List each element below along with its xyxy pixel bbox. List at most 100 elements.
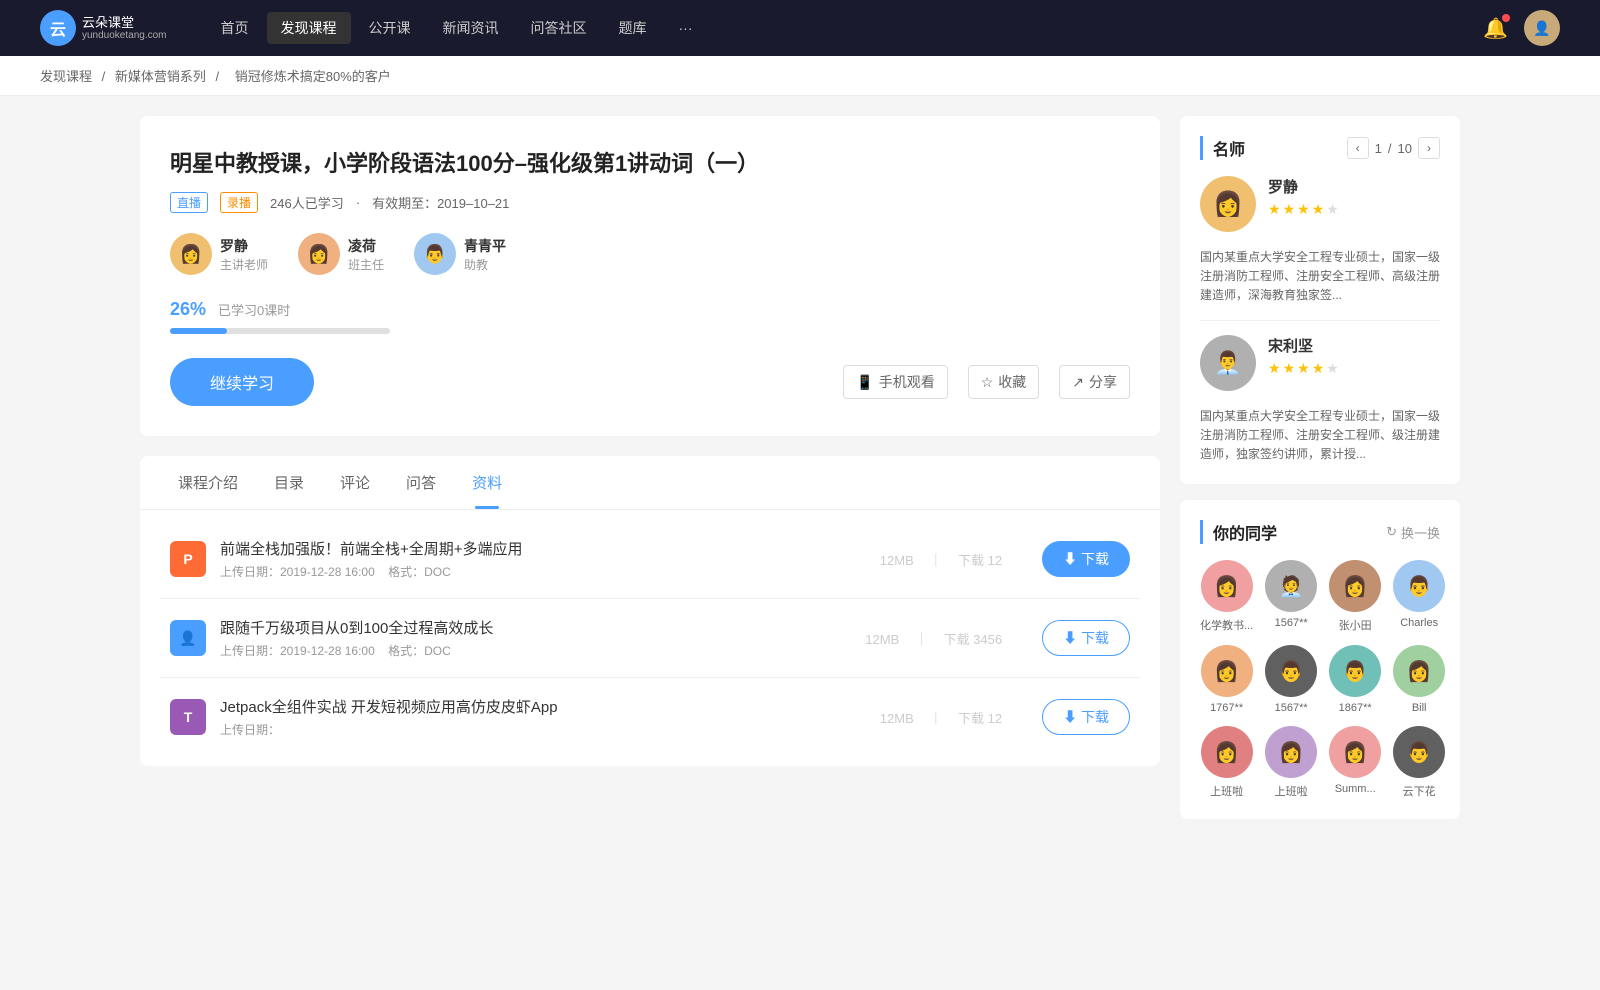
breadcrumb-series[interactable]: 新媒体营销系列 <box>115 69 206 84</box>
classmates-grid: 👩 化学教书... 🧑‍💼 1567** 👩 张小田 👨 Charles 👩 <box>1200 560 1440 799</box>
sidebar-teacher-stars-0: ★ ★ ★ ★ ★ <box>1268 201 1440 218</box>
progress-bar-bg <box>170 328 390 334</box>
nav-item-discover[interactable]: 发现课程 <box>267 12 351 44</box>
resource-title-2: Jetpack全组件实战 开发短视频应用高仿皮皮虾App <box>220 696 840 717</box>
main-container: 明星中教授课，小学阶段语法100分–强化级第1讲动词（一） 直播 录播 246人… <box>100 96 1500 855</box>
page-total: 10 <box>1398 141 1412 156</box>
nav-item-home[interactable]: 首页 <box>207 12 263 44</box>
classmate-name-8: 上班啦 <box>1210 783 1243 799</box>
classmate-avatar-10: 👩 <box>1329 726 1381 778</box>
resource-icon-0: P <box>170 541 206 577</box>
classmate-avatar-4: 👩 <box>1201 645 1253 697</box>
download-button-2[interactable]: ⬇ 下载 <box>1042 699 1130 735</box>
tabs-nav: 课程介绍 目录 评论 问答 资料 <box>140 456 1160 510</box>
tab-catalog[interactable]: 目录 <box>256 456 322 509</box>
classmate-8[interactable]: 👩 上班啦 <box>1200 726 1253 799</box>
sidebar-teacher-desc-0: 国内某重点大学安全工程专业硕士，国家一级注册消防工程师、注册安全工程师、高级注册… <box>1200 248 1440 306</box>
classmate-avatar-2: 👩 <box>1329 560 1381 612</box>
course-header-card: 明星中教授课，小学阶段语法100分–强化级第1讲动词（一） 直播 录播 246人… <box>140 116 1160 436</box>
classmate-name-1: 1567** <box>1275 617 1308 629</box>
tab-review[interactable]: 评论 <box>322 456 388 509</box>
course-expiry: 有效期至：2019–10–21 <box>372 193 509 212</box>
mobile-watch-button[interactable]: 📱 手机观看 <box>843 365 947 399</box>
classmate-avatar-0: 👩 <box>1201 560 1253 612</box>
classmates-header: 你的同学 ↻ 换一换 <box>1200 520 1440 544</box>
classmate-avatar-6: 👨 <box>1329 645 1381 697</box>
page-current: 1 <box>1375 141 1382 156</box>
classmate-name-7: Bill <box>1412 702 1427 714</box>
mobile-icon: 📱 <box>856 374 873 391</box>
teacher-1: 👩 凌荷 班主任 <box>298 233 384 275</box>
star-icon: ☆ <box>981 374 994 391</box>
classmate-name-11: 云下花 <box>1403 783 1436 799</box>
continue-button[interactable]: 继续学习 <box>170 358 314 406</box>
sidebar-pagination: ‹ 1/10 › <box>1347 137 1440 159</box>
notification-bell[interactable]: 🔔 <box>1483 16 1508 41</box>
logo-text: 云朵课堂 <box>82 15 167 31</box>
breadcrumb: 发现课程 / 新媒体营销系列 / 销冠修炼术搞定80%的客户 <box>0 56 1600 96</box>
collect-button[interactable]: ☆ 收藏 <box>968 365 1040 399</box>
breadcrumb-discover[interactable]: 发现课程 <box>40 69 92 84</box>
nav-right: 🔔 👤 <box>1483 10 1560 46</box>
classmate-7[interactable]: 👩 Bill <box>1393 645 1445 714</box>
tab-qa[interactable]: 问答 <box>388 456 454 509</box>
teachers-card-header: 名师 ‹ 1/10 › <box>1200 136 1440 160</box>
resource-info-1: 跟随千万级项目从0到100全过程高效成长 上传日期：2019-12-28 16:… <box>220 617 825 659</box>
logo-sub: yunduoketang.com <box>82 30 167 41</box>
resource-meta-2: 上传日期： <box>220 721 840 738</box>
classmate-9[interactable]: 👩 上班啦 <box>1265 726 1317 799</box>
nav-item-more[interactable]: ··· <box>665 14 707 42</box>
refresh-icon: ↻ <box>1386 524 1397 540</box>
classmate-5[interactable]: 👨 1567** <box>1265 645 1317 714</box>
nav-item-open[interactable]: 公开课 <box>355 12 425 44</box>
user-avatar-nav[interactable]: 👤 <box>1524 10 1560 46</box>
nav-item-qa[interactable]: 问答社区 <box>517 12 601 44</box>
classmate-2[interactable]: 👩 张小田 <box>1329 560 1381 633</box>
pagination-prev[interactable]: ‹ <box>1347 137 1369 159</box>
classmate-0[interactable]: 👩 化学教书... <box>1200 560 1253 633</box>
classmate-name-5: 1567** <box>1275 702 1308 714</box>
download-button-1[interactable]: ⬇ 下载 <box>1042 620 1130 656</box>
left-content: 明星中教授课，小学阶段语法100分–强化级第1讲动词（一） 直播 录播 246人… <box>140 116 1160 835</box>
logo[interactable]: 云 云朵课堂 yunduoketang.com <box>40 10 167 46</box>
sidebar-teacher-stars-1: ★ ★ ★ ★ ★ <box>1268 360 1440 377</box>
classmate-4[interactable]: 👩 1767** <box>1200 645 1253 714</box>
sidebar-teacher-name-0: 罗静 <box>1268 176 1440 197</box>
progress-percent: 26% <box>170 299 206 320</box>
resource-meta-0: 上传日期：2019-12-28 16:00 格式：DOC <box>220 563 840 580</box>
classmate-1[interactable]: 🧑‍💼 1567** <box>1265 560 1317 633</box>
nav-menu: 首页 发现课程 公开课 新闻资讯 问答社区 题库 ··· <box>207 12 1484 44</box>
download-button-0[interactable]: ⬇ 下载 <box>1042 541 1130 577</box>
nav-item-news[interactable]: 新闻资讯 <box>429 12 513 44</box>
teachers-list: 👩 罗静 主讲老师 👩 凌荷 班主任 👨 青青平 <box>170 233 1130 275</box>
course-title: 明星中教授课，小学阶段语法100分–强化级第1讲动词（一） <box>170 146 1130 178</box>
refresh-classmates-button[interactable]: ↻ 换一换 <box>1386 523 1440 542</box>
logo-icon: 云 <box>40 10 76 46</box>
resource-list: P 前端全栈加强版！前端全栈+全周期+多端应用 上传日期：2019-12-28 … <box>140 510 1160 766</box>
divider <box>1200 320 1440 321</box>
sidebar-teacher-desc-1: 国内某重点大学安全工程专业硕士，国家一级注册消防工程师、注册安全工程师、级注册建… <box>1200 407 1440 465</box>
classmate-3[interactable]: 👨 Charles <box>1393 560 1445 633</box>
classmate-name-2: 张小田 <box>1339 617 1372 633</box>
classmate-avatar-5: 👨 <box>1265 645 1317 697</box>
teacher-2: 👨 青青平 助教 <box>414 233 506 275</box>
tab-intro[interactable]: 课程介绍 <box>160 456 256 509</box>
classmate-11[interactable]: 👨 云下花 <box>1393 726 1445 799</box>
classmate-10[interactable]: 👩 Summ... <box>1329 726 1381 799</box>
resource-info-2: Jetpack全组件实战 开发短视频应用高仿皮皮虾App 上传日期： <box>220 696 840 738</box>
nav-item-quiz[interactable]: 题库 <box>605 12 661 44</box>
tab-resource[interactable]: 资料 <box>454 456 520 509</box>
resource-item: P 前端全栈加强版！前端全栈+全周期+多端应用 上传日期：2019-12-28 … <box>160 520 1140 599</box>
classmate-avatar-11: 👨 <box>1393 726 1445 778</box>
navbar: 云 云朵课堂 yunduoketang.com 首页 发现课程 公开课 新闻资讯… <box>0 0 1600 56</box>
teacher-0: 👩 罗静 主讲老师 <box>170 233 268 275</box>
teachers-sidebar-card: 名师 ‹ 1/10 › 👩 罗静 ★ ★ ★ ★ ★ <box>1180 116 1460 484</box>
pagination-next[interactable]: › <box>1418 137 1440 159</box>
sidebar-teacher-0: 👩 罗静 ★ ★ ★ ★ ★ <box>1200 176 1440 232</box>
classmate-6[interactable]: 👨 1867** <box>1329 645 1381 714</box>
course-meta: 直播 录播 246人已学习 · 有效期至：2019–10–21 <box>170 192 1130 213</box>
share-button[interactable]: ↗ 分享 <box>1059 365 1130 399</box>
teacher-name-2: 青青平 <box>464 236 506 256</box>
action-links: 📱 手机观看 ☆ 收藏 ↗ 分享 <box>843 365 1130 399</box>
classmate-name-0: 化学教书... <box>1200 617 1253 633</box>
